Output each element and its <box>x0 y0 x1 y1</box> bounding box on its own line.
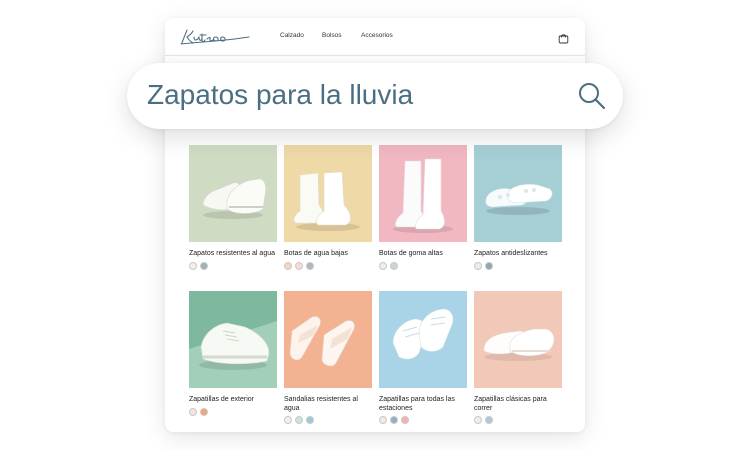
color-swatches <box>379 261 467 270</box>
nav-bolsos[interactable]: Bolsos <box>322 32 342 39</box>
color-swatches <box>379 416 467 424</box>
product-name[interactable]: Zapatos antideslizantes <box>474 250 564 259</box>
product-image[interactable] <box>189 145 277 242</box>
product-image[interactable] <box>474 145 562 242</box>
color-swatch[interactable] <box>284 261 292 270</box>
color-swatches <box>474 416 562 424</box>
product-name[interactable]: Botas de goma altas <box>379 250 469 259</box>
color-swatch[interactable] <box>306 261 314 270</box>
color-swatch[interactable] <box>200 407 208 416</box>
product-card[interactable]: Zapatillas clásicas para correr <box>474 291 562 424</box>
color-swatch[interactable] <box>189 407 197 416</box>
brand-logo[interactable] <box>179 26 251 48</box>
product-image[interactable] <box>284 145 372 242</box>
product-name[interactable]: Zapatillas para todas las estaciones <box>379 396 469 413</box>
color-swatch[interactable] <box>474 416 482 424</box>
product-card[interactable]: Botas de agua bajas <box>284 145 372 270</box>
color-swatch[interactable] <box>379 416 387 424</box>
bag-icon[interactable] <box>558 31 569 44</box>
search-icon[interactable] <box>577 81 607 111</box>
color-swatch[interactable] <box>401 416 409 424</box>
color-swatches <box>284 261 372 270</box>
product-name[interactable]: Zapatillas de exterior <box>189 396 279 405</box>
color-swatches <box>474 261 562 270</box>
color-swatch[interactable] <box>474 261 482 270</box>
product-name[interactable]: Sandalias resistentes al agua <box>284 396 374 413</box>
search-bar[interactable]: Zapatos para la lluvia <box>127 63 623 129</box>
product-image[interactable] <box>189 291 277 388</box>
color-swatch[interactable] <box>200 261 208 270</box>
product-image[interactable] <box>474 291 562 388</box>
product-image[interactable] <box>379 291 467 388</box>
color-swatch[interactable] <box>189 261 197 270</box>
product-image[interactable] <box>379 145 467 242</box>
product-card[interactable]: Botas de goma altas <box>379 145 467 270</box>
color-swatch[interactable] <box>390 416 398 424</box>
color-swatch[interactable] <box>379 261 387 270</box>
color-swatches <box>284 416 372 424</box>
product-name[interactable]: Zapatillas clásicas para correr <box>474 396 564 413</box>
color-swatch[interactable] <box>485 416 493 424</box>
nav-calzado[interactable]: Calzado <box>280 32 304 39</box>
color-swatches <box>189 407 277 416</box>
product-card[interactable]: Zapatillas para todas las estaciones <box>379 291 467 424</box>
color-swatch[interactable] <box>295 261 303 270</box>
product-name[interactable]: Botas de agua bajas <box>284 250 374 259</box>
product-card[interactable]: Zapatillas de exterior <box>189 291 277 416</box>
color-swatch[interactable] <box>295 416 303 424</box>
search-input[interactable]: Zapatos para la lluvia <box>147 79 413 111</box>
color-swatch[interactable] <box>284 416 292 424</box>
product-image[interactable] <box>284 291 372 388</box>
top-bar: Calzado Bolsos Accesorios <box>165 18 585 56</box>
color-swatch[interactable] <box>306 416 314 424</box>
nav-accesorios[interactable]: Accesorios <box>361 32 393 39</box>
product-card[interactable]: Zapatos resistentes al agua <box>189 145 277 270</box>
product-name[interactable]: Zapatos resistentes al agua <box>189 250 279 259</box>
color-swatch[interactable] <box>485 261 493 270</box>
color-swatch[interactable] <box>390 261 398 270</box>
color-swatches <box>189 261 277 270</box>
product-card[interactable]: Sandalias resistentes al agua <box>284 291 372 424</box>
product-card[interactable]: Zapatos antideslizantes <box>474 145 562 270</box>
